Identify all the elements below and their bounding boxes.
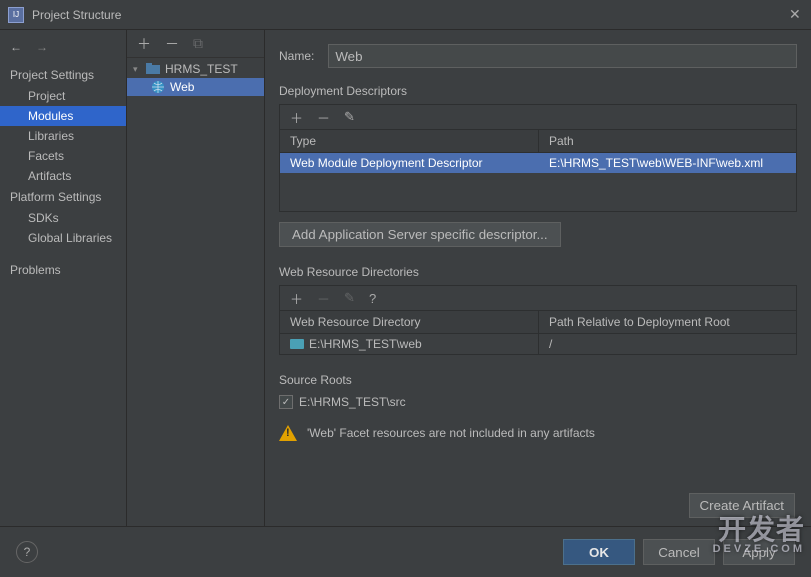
col-path: Path — [538, 130, 796, 152]
webres-toolbar: ＋ － ✎ ? — [279, 285, 797, 311]
sidebar-item-sdks[interactable]: SDKs — [0, 208, 126, 228]
webres-table-row[interactable]: E:\HRMS_TEST\web / — [280, 334, 796, 354]
modules-panel: ＋ － ⧉ ▾ HRMS_TEST Web — [127, 30, 265, 526]
col-webres-dir: Web Resource Directory — [280, 311, 538, 333]
platform-settings-header: Platform Settings — [0, 186, 126, 208]
module-folder-icon — [146, 62, 160, 76]
facet-name-input[interactable] — [328, 44, 797, 68]
sidebar-item-global-libraries[interactable]: Global Libraries — [0, 228, 126, 248]
web-facet-icon — [151, 80, 165, 94]
main-area: ← → Project Settings Project Modules Lib… — [0, 30, 811, 527]
window-title: Project Structure — [32, 8, 789, 22]
webres-rel: / — [538, 334, 796, 354]
warning-row: 'Web' Facet resources are not included i… — [279, 425, 797, 441]
remove-module-icon[interactable]: － — [165, 34, 179, 54]
facet-detail-panel: Name: Deployment Descriptors ＋ － ✎ Type … — [265, 30, 811, 526]
help-icon[interactable]: ? — [16, 541, 38, 563]
cancel-button[interactable]: Cancel — [643, 539, 715, 565]
project-settings-header: Project Settings — [0, 64, 126, 86]
col-webres-rel: Path Relative to Deployment Root — [538, 311, 796, 333]
apply-button[interactable]: Apply — [723, 539, 795, 565]
sidebar-item-modules[interactable]: Modules — [0, 106, 126, 126]
edit-descriptor-icon[interactable]: ✎ — [344, 109, 355, 125]
ok-button[interactable]: OK — [563, 539, 635, 565]
copy-module-icon[interactable]: ⧉ — [193, 35, 203, 52]
deployment-row-path: E:\HRMS_TEST\web\WEB-INF\web.xml — [538, 153, 796, 173]
sidebar-item-libraries[interactable]: Libraries — [0, 126, 126, 146]
deployment-table-row[interactable]: Web Module Deployment Descriptor E:\HRMS… — [280, 153, 796, 173]
folder-icon — [290, 339, 304, 349]
warning-text: 'Web' Facet resources are not included i… — [307, 426, 595, 440]
col-type: Type — [280, 130, 538, 152]
sidebar-item-project[interactable]: Project — [0, 86, 126, 106]
deployment-table-header: Type Path — [280, 130, 796, 153]
sidebar-item-facets[interactable]: Facets — [0, 146, 126, 166]
deployment-table: Type Path Web Module Deployment Descript… — [279, 130, 797, 212]
edit-webres-icon[interactable]: ✎ — [344, 290, 355, 306]
create-artifact-button[interactable]: Create Artifact — [689, 493, 795, 518]
sidebar-item-artifacts[interactable]: Artifacts — [0, 166, 126, 186]
module-web-facet[interactable]: Web — [127, 78, 264, 96]
add-descriptor-icon[interactable]: ＋ — [290, 108, 303, 127]
deployment-row-type: Web Module Deployment Descriptor — [280, 153, 538, 173]
deployment-descriptors-label: Deployment Descriptors — [279, 84, 797, 98]
source-roots-section: Source Roots ✓ E:\HRMS_TEST\src — [279, 373, 797, 409]
source-root-checkbox[interactable]: ✓ — [279, 395, 293, 409]
warning-icon — [279, 425, 297, 441]
remove-descriptor-icon[interactable]: － — [317, 108, 330, 127]
name-label: Name: — [279, 49, 314, 63]
modules-tree: ▾ HRMS_TEST Web — [127, 58, 264, 96]
remove-webres-icon[interactable]: － — [317, 289, 330, 308]
back-arrow-icon[interactable]: ← — [10, 40, 22, 54]
add-server-descriptor-button[interactable]: Add Application Server specific descript… — [279, 222, 561, 247]
source-root-item[interactable]: ✓ E:\HRMS_TEST\src — [279, 395, 797, 409]
webres-table-header: Web Resource Directory Path Relative to … — [280, 311, 796, 334]
source-root-path: E:\HRMS_TEST\src — [299, 395, 406, 409]
deployment-toolbar: ＋ － ✎ — [279, 104, 797, 130]
web-resource-dirs-label: Web Resource Directories — [279, 265, 797, 279]
name-row: Name: — [279, 44, 797, 68]
settings-sidebar: ← → Project Settings Project Modules Lib… — [0, 30, 127, 526]
module-root[interactable]: ▾ HRMS_TEST — [127, 60, 264, 78]
webres-table: Web Resource Directory Path Relative to … — [279, 311, 797, 355]
help-webres-icon[interactable]: ? — [369, 291, 376, 306]
add-module-icon[interactable]: ＋ — [137, 34, 151, 54]
module-root-label: HRMS_TEST — [165, 62, 238, 76]
close-icon[interactable]: ✕ — [789, 6, 803, 23]
app-logo-icon: IJ — [8, 7, 24, 23]
module-web-label: Web — [170, 80, 194, 94]
tree-expand-icon[interactable]: ▾ — [133, 64, 141, 75]
sidebar-item-problems[interactable]: Problems — [0, 260, 126, 280]
webres-dir: E:\HRMS_TEST\web — [309, 337, 422, 351]
add-webres-icon[interactable]: ＋ — [290, 289, 303, 308]
nav-arrows: ← → — [0, 34, 126, 64]
dialog-footer: ? OK Cancel Apply — [0, 527, 811, 577]
modules-toolbar: ＋ － ⧉ — [127, 30, 264, 58]
forward-arrow-icon[interactable]: → — [36, 40, 48, 54]
source-roots-label: Source Roots — [279, 373, 797, 387]
title-bar: IJ Project Structure ✕ — [0, 0, 811, 30]
